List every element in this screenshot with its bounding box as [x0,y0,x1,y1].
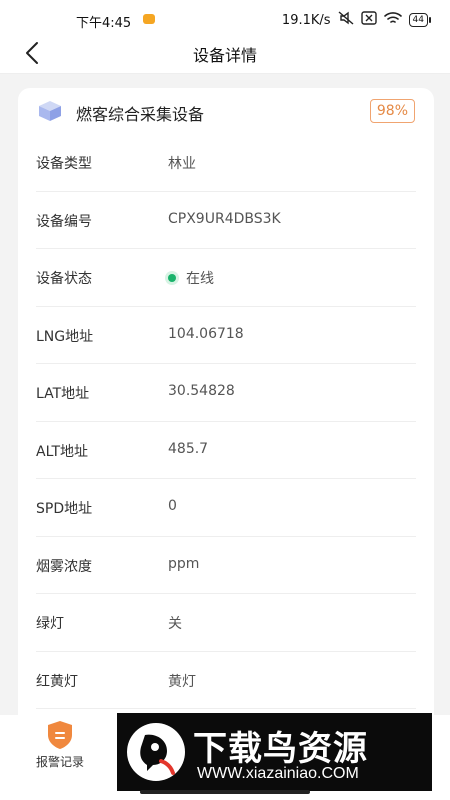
field-label: 绿灯 [36,616,64,632]
page-title: 设备详情 [192,46,257,65]
tab-alarm-records[interactable]: 报警记录 [20,720,100,770]
field-row-alt: ALT地址 485.7 [36,422,416,479]
field-label: 设备编号 [36,213,92,230]
field-row-smoke: 烟雾浓度 ppm [36,537,416,594]
device-field-list: 设备类型 林业 设备编号 CPX9UR4DBS3K 设备状态 在线 LNG地址 … [36,134,416,709]
field-label: 烟雾浓度 [36,558,92,575]
cube-icon [36,99,64,123]
watermark-title: 下载鸟资源 [193,729,368,769]
field-row-device-id: 设备编号 CPX9UR4DBS3K [36,192,416,249]
nav-bar: 设备详情 [0,40,450,74]
field-row-device-type: 设备类型 林业 [36,134,416,192]
alarm-shield-icon [46,720,74,750]
status-text: 在线 [186,271,214,287]
field-value: ppm [168,555,200,572]
device-detail-card: 燃客综合采集设备 98% 设备类型 林业 设备编号 CPX9UR4DBS3K 设… [18,88,434,728]
field-row-spd: SPD地址 0 [36,479,416,537]
status-time: 下午4:45 [76,16,132,31]
field-value-status: 在线 [168,268,214,288]
percent-badge: 98% [369,99,415,123]
mute-icon [338,11,354,29]
field-label: 设备状态 [36,271,92,287]
notification-icon [143,14,155,24]
field-row-lat: LAT地址 30.54828 [36,364,416,422]
tab-alarm-label: 报警记录 [35,755,84,769]
online-dot-icon [168,274,176,282]
field-row-green-light: 绿灯 关 [36,594,416,652]
home-indicator[interactable] [140,790,310,794]
field-label: SPD地址 [36,501,93,517]
status-bar: 下午4:45 19.1K/s 44 [0,0,450,40]
wifi-icon [383,11,402,29]
field-value: 30.54828 [168,383,235,399]
field-label: 红黄灯 [36,673,78,690]
network-speed: 19.1K/s [281,12,331,28]
field-row-device-status: 设备状态 在线 [36,249,416,307]
battery-icon: 44 [408,13,432,27]
field-value: 黄灯 [168,673,196,690]
field-label: LNG地址 [36,328,94,345]
field-value: 林业 [168,156,196,172]
watermark-banner: 下载鸟资源 WWW.xiazainiao.COM [117,713,432,791]
field-row-lng: LNG地址 104.06718 [36,307,416,364]
field-row-red-yellow-light: 红黄灯 黄灯 [36,652,416,709]
field-value: CPX9UR4DBS3K [168,210,281,227]
status-right: 19.1K/s 44 [281,11,432,29]
bird-logo-icon [125,721,187,783]
field-value: 104.06718 [168,325,244,342]
field-label: 设备类型 [36,156,92,172]
device-name: 燃客综合采集设备 [76,105,205,124]
field-value: 关 [168,616,182,632]
field-label: LAT地址 [36,386,90,402]
field-value: 0 [168,498,177,514]
sim-off-icon [360,11,377,29]
field-label: ALT地址 [36,443,89,460]
field-value: 485.7 [168,440,209,457]
card-header: 燃客综合采集设备 98% [18,88,434,134]
watermark-url: WWW.xiazainiao.COM [197,765,359,782]
